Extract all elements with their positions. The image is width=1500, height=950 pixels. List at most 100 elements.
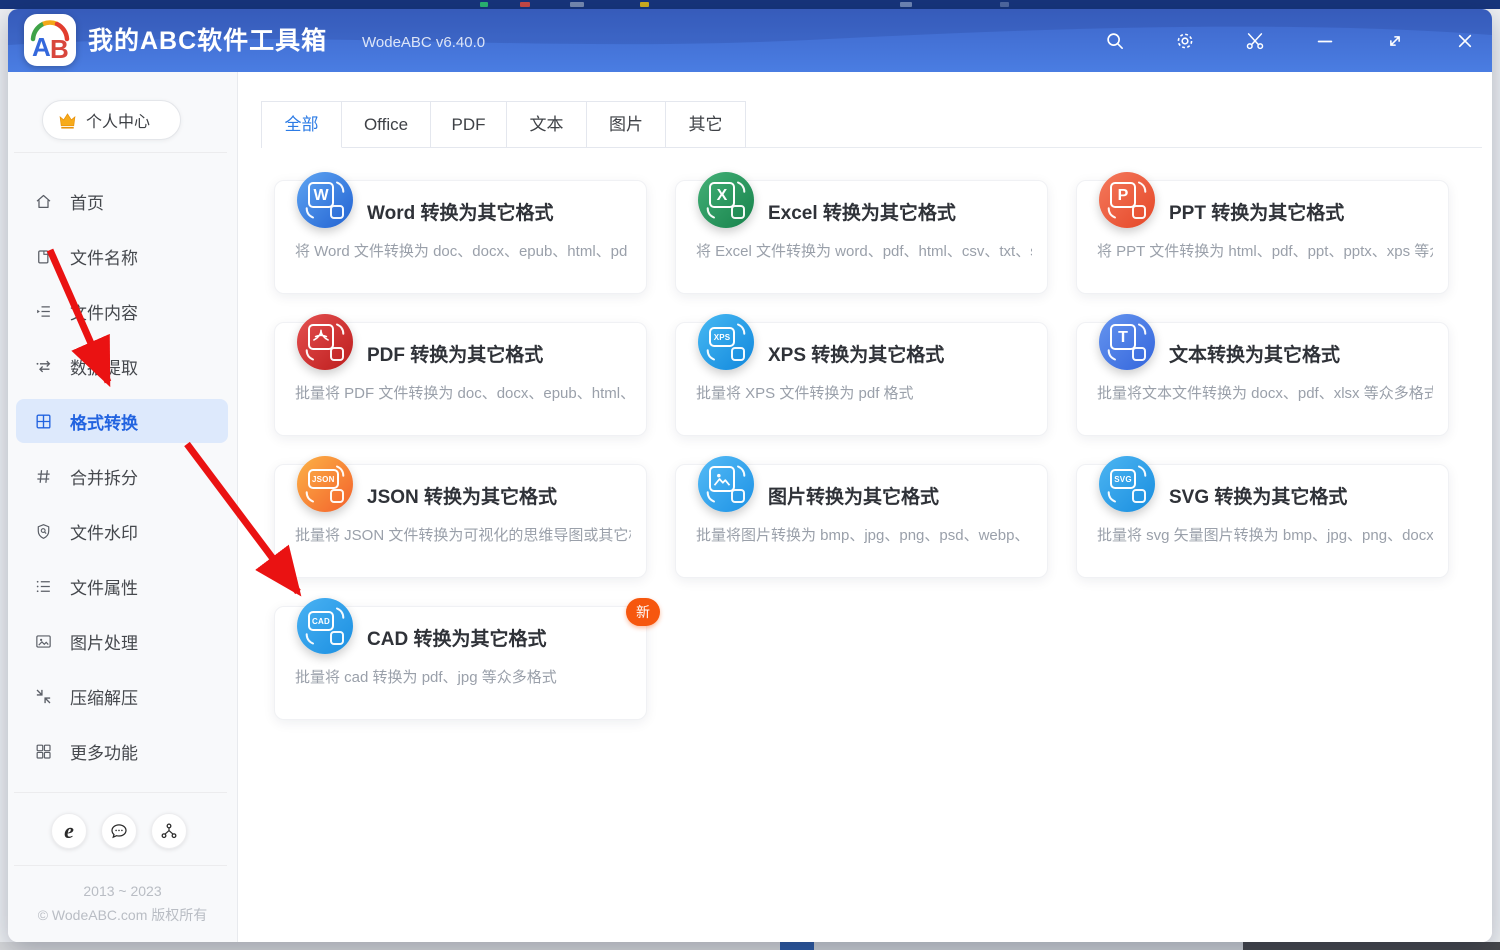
word-convert-icon: W xyxy=(297,172,353,228)
sidebar-item-home[interactable]: 首页 xyxy=(16,179,228,223)
sidebar-divider xyxy=(14,865,227,866)
format-convert-icon xyxy=(34,412,53,431)
main-content: 全部OfficePDF文本图片其它 W Word 转换为其它格式 将 Word … xyxy=(238,72,1492,942)
sidebar-item-image-process[interactable]: 图片处理 xyxy=(16,619,228,663)
app-version: WodeABC v6.40.0 xyxy=(362,11,485,75)
tab-0[interactable]: 全部 xyxy=(262,102,342,148)
feature-card-text-convert[interactable]: T 文本转换为其它格式 批量将文本文件转换为 docx、pdf、xlsx 等众多… xyxy=(1076,322,1449,436)
search-icon[interactable] xyxy=(1104,30,1126,52)
json-convert-icon: JSON xyxy=(297,456,353,512)
settings-icon[interactable] xyxy=(1174,30,1196,52)
convert-target-box xyxy=(330,347,344,361)
ppt-convert-icon: P xyxy=(1099,172,1155,228)
svg-convert-icon: SVG xyxy=(1099,456,1155,512)
screenshot-icon[interactable] xyxy=(1244,30,1266,52)
chat-icon xyxy=(109,821,129,841)
card-description: 批量将 PDF 文件转换为 doc、docx、epub、html、 xyxy=(295,382,631,403)
app-logo: A B xyxy=(24,14,76,66)
share-button[interactable] xyxy=(151,813,187,849)
app-window: A B 我的ABC软件工具箱 WodeABC v6.40.0 个人中心 xyxy=(8,9,1492,942)
desktop-top-strip xyxy=(0,0,1500,9)
feature-card-xps-convert[interactable]: XPS XPS 转换为其它格式 批量将 XPS 文件转换为 pdf 格式 xyxy=(675,322,1048,436)
share-icon xyxy=(159,821,179,841)
feature-card-svg-convert[interactable]: SVG SVG 转换为其它格式 批量将 svg 矢量图片转换为 bmp、jpg、… xyxy=(1076,464,1449,578)
tab-5[interactable]: 其它 xyxy=(666,102,746,148)
image-process-icon xyxy=(34,632,53,651)
feature-card-word-convert[interactable]: W Word 转换为其它格式 将 Word 文件转换为 doc、docx、epu… xyxy=(274,180,647,294)
copyright-text: © WodeABC.com 版权所有 xyxy=(8,905,237,925)
chat-button[interactable] xyxy=(101,813,137,849)
feature-card-cad-convert[interactable]: CAD CAD 转换为其它格式 批量将 cad 转换为 pdf、jpg 等众多格… xyxy=(274,606,647,720)
feature-card-ppt-convert[interactable]: P PPT 转换为其它格式 将 PPT 文件转换为 html、pdf、ppt、p… xyxy=(1076,180,1449,294)
new-badge: 新 xyxy=(626,598,660,626)
account-center-label: 个人中心 xyxy=(86,108,150,132)
browser-button[interactable]: e xyxy=(51,813,87,849)
svg-text:A: A xyxy=(32,32,51,62)
image-convert-icon xyxy=(698,456,754,512)
sidebar-divider xyxy=(14,792,227,793)
pdf-convert-icon xyxy=(297,314,353,370)
copyright-years: 2013 ~ 2023 xyxy=(8,883,237,899)
sidebar-item-file-name[interactable]: 文件名称 xyxy=(16,234,228,278)
card-description: 将 Word 文件转换为 doc、docx、epub、html、pd xyxy=(295,240,631,261)
sidebar-item-format-convert[interactable]: 格式转换 xyxy=(16,399,228,443)
titlebar: A B 我的ABC软件工具箱 WodeABC v6.40.0 xyxy=(8,9,1492,72)
xps-convert-icon: XPS xyxy=(698,314,754,370)
app-title: 我的ABC软件工具箱 xyxy=(88,9,327,73)
convert-target-box xyxy=(330,489,344,503)
card-description: 批量将 XPS 文件转换为 pdf 格式 xyxy=(696,382,1032,403)
card-title: SVG 转换为其它格式 xyxy=(1169,482,1347,509)
sidebar-item-file-props[interactable]: 文件属性 xyxy=(16,564,228,608)
feature-card-json-convert[interactable]: JSON JSON 转换为其它格式 批量将 JSON 文件转换为可视化的思维导图… xyxy=(274,464,647,578)
tab-4[interactable]: 图片 xyxy=(587,102,666,148)
feature-card-pdf-convert[interactable]: PDF 转换为其它格式 批量将 PDF 文件转换为 doc、docx、epub、… xyxy=(274,322,647,436)
feature-card-excel-convert[interactable]: X Excel 转换为其它格式 将 Excel 文件转换为 word、pdf、h… xyxy=(675,180,1048,294)
file-content-icon xyxy=(34,302,53,321)
sidebar-item-watermark[interactable]: 文件水印 xyxy=(16,509,228,553)
sidebar-item-more[interactable]: 更多功能 xyxy=(16,729,228,773)
tab-3[interactable]: 文本 xyxy=(507,102,587,148)
card-description: 批量将 svg 矢量图片转换为 bmp、jpg、png、docx xyxy=(1097,524,1433,545)
sidebar-divider xyxy=(14,152,227,153)
card-title: CAD 转换为其它格式 xyxy=(367,624,546,651)
tab-2[interactable]: PDF xyxy=(431,102,507,148)
convert-target-box xyxy=(330,205,344,219)
feature-card-image-convert[interactable]: 图片转换为其它格式 批量将图片转换为 bmp、jpg、png、psd、webp、 xyxy=(675,464,1048,578)
sidebar-item-file-content[interactable]: 文件内容 xyxy=(16,289,228,333)
browser-icon: e xyxy=(64,820,74,843)
card-title: 图片转换为其它格式 xyxy=(768,482,939,509)
card-title: PDF 转换为其它格式 xyxy=(367,340,543,367)
card-description: 批量将文本文件转换为 docx、pdf、xlsx 等众多格式 xyxy=(1097,382,1433,403)
card-title: Excel 转换为其它格式 xyxy=(768,198,956,225)
category-tabs: 全部OfficePDF文本图片其它 xyxy=(261,101,746,148)
convert-target-box xyxy=(1132,489,1146,503)
account-center-button[interactable]: 个人中心 xyxy=(42,100,181,140)
card-title: PPT 转换为其它格式 xyxy=(1169,198,1344,225)
sidebar-item-merge-split[interactable]: 合并拆分 xyxy=(16,454,228,498)
convert-target-box xyxy=(731,205,745,219)
maximize-icon[interactable] xyxy=(1384,30,1406,52)
card-title: 文本转换为其它格式 xyxy=(1169,340,1340,367)
svg-text:B: B xyxy=(50,34,69,64)
card-title: JSON 转换为其它格式 xyxy=(367,482,557,509)
convert-target-box xyxy=(330,631,344,645)
close-icon[interactable] xyxy=(1454,30,1476,52)
compress-icon xyxy=(34,687,53,706)
sidebar-item-compress[interactable]: 压缩解压 xyxy=(16,674,228,718)
text-convert-icon: T xyxy=(1099,314,1155,370)
card-description: 批量将 JSON 文件转换为可视化的思维导图或其它格 xyxy=(295,524,631,545)
tab-1[interactable]: Office xyxy=(342,102,431,148)
convert-target-box xyxy=(1132,347,1146,361)
sidebar-item-data-extract[interactable]: 数据提取 xyxy=(16,344,228,388)
data-extract-icon xyxy=(34,357,53,376)
merge-split-icon xyxy=(34,467,53,486)
card-description: 将 Excel 文件转换为 word、pdf、html、csv、txt、s xyxy=(696,240,1032,261)
file-name-icon xyxy=(34,247,53,266)
desktop-bottom-strip xyxy=(0,942,1500,950)
cad-convert-icon: CAD xyxy=(297,598,353,654)
watermark-icon xyxy=(34,522,53,541)
home-icon xyxy=(34,192,53,211)
crown-icon xyxy=(56,109,79,132)
convert-target-box xyxy=(731,489,745,503)
minimize-icon[interactable] xyxy=(1314,30,1336,52)
